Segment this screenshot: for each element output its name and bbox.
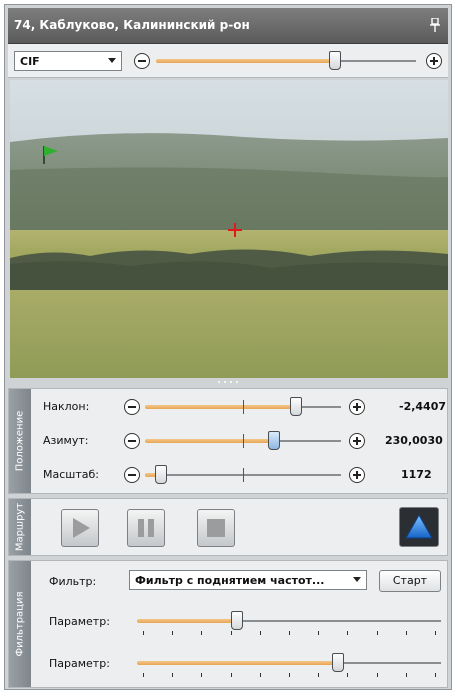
route-section: Маршрут [8, 498, 448, 556]
param2-ticks [137, 673, 441, 679]
scale-increase-icon[interactable] [349, 467, 365, 483]
tilt-increase-icon[interactable] [349, 399, 365, 415]
scale-slider[interactable] [145, 465, 341, 484]
play-button[interactable] [61, 509, 99, 547]
slider-tick [318, 631, 319, 635]
filter-section: Фильтрация Фильтр: Фильтр с поднятием ча… [8, 560, 448, 688]
param1-label: Параметр: [49, 615, 110, 628]
video-toolbar: CIF [8, 44, 448, 78]
slider-tick [289, 631, 290, 635]
pin-icon[interactable] [430, 18, 440, 32]
route-section-tab: Маршрут [9, 499, 31, 555]
slider-tick [260, 631, 261, 635]
slider-tick [406, 673, 407, 677]
pause-button[interactable] [127, 509, 165, 547]
tilt-label: Наклон: [43, 400, 90, 413]
azimuth-increase-icon[interactable] [349, 433, 365, 449]
title-bar: 74, Каблуково, Калининский р-он [8, 8, 448, 44]
stop-button[interactable] [197, 509, 235, 547]
slider-tick [172, 673, 173, 677]
route-up-button[interactable] [399, 507, 439, 547]
tilt-slider-thumb[interactable] [290, 397, 302, 416]
chevron-down-icon [353, 577, 361, 582]
camera-feed-image [10, 80, 448, 378]
tilt-slider[interactable] [145, 397, 341, 416]
param1-slider-thumb[interactable] [231, 611, 243, 630]
slider-tick [260, 673, 261, 677]
scale-label: Масштаб: [43, 468, 99, 481]
slider-tick [231, 673, 232, 677]
azimuth-slider-thumb[interactable] [268, 431, 280, 450]
zoom-slider[interactable] [156, 51, 416, 70]
slider-tick [377, 673, 378, 677]
slider-tick [289, 673, 290, 677]
param2-label: Параметр: [49, 657, 110, 670]
position-section-tab: Положение [9, 389, 31, 493]
slider-tick [318, 673, 319, 677]
play-icon [73, 518, 90, 538]
slider-tick [377, 631, 378, 635]
azimuth-slider[interactable] [145, 431, 341, 450]
zoom-slider-thumb[interactable] [329, 51, 341, 70]
filter-select[interactable]: Фильтр с поднятием частот... [129, 570, 367, 590]
param1-ticks [137, 631, 441, 637]
scale-decrease-icon[interactable] [124, 467, 140, 483]
param2-slider-thumb[interactable] [332, 653, 344, 672]
zoom-out-icon[interactable] [134, 53, 150, 69]
slider-tick [143, 673, 144, 677]
slider-tick [201, 673, 202, 677]
tilt-decrease-icon[interactable] [124, 399, 140, 415]
resolution-select[interactable]: CIF [14, 51, 122, 71]
scale-slider-thumb[interactable] [155, 465, 167, 484]
video-view[interactable] [10, 80, 448, 378]
slider-tick [143, 631, 144, 635]
filter-select-value: Фильтр с поднятием частот... [135, 574, 325, 587]
chevron-down-icon [108, 58, 116, 63]
tilt-value: -2,4407 [399, 400, 447, 413]
azimuth-decrease-icon[interactable] [124, 433, 140, 449]
pause-icon [138, 519, 154, 537]
slider-tick [406, 631, 407, 635]
slider-tick [435, 631, 436, 635]
zoom-in-icon[interactable] [426, 53, 442, 69]
slider-tick [347, 673, 348, 677]
slider-tick [231, 631, 232, 635]
splitter-grip-icon[interactable] [216, 380, 240, 384]
slider-tick [435, 673, 436, 677]
window-title: 74, Каблуково, Калининский р-он [14, 18, 250, 32]
triangle-up-icon [405, 513, 433, 539]
slider-tick [347, 631, 348, 635]
slider-tick [201, 631, 202, 635]
stop-icon [207, 519, 225, 537]
filter-label: Фильтр: [49, 575, 97, 588]
position-section: Положение Наклон: -2,4407 Азимут: 230,00… [8, 388, 448, 494]
slider-tick [172, 631, 173, 635]
scale-value: 1172 [401, 468, 432, 481]
param2-slider[interactable] [137, 653, 441, 672]
filter-section-tab: Фильтрация [9, 561, 31, 687]
param1-slider[interactable] [137, 611, 441, 630]
start-button[interactable]: Старт [379, 570, 441, 592]
azimuth-value: 230,0030 [385, 434, 443, 447]
resolution-value: CIF [20, 55, 40, 68]
azimuth-label: Азимут: [43, 434, 89, 447]
